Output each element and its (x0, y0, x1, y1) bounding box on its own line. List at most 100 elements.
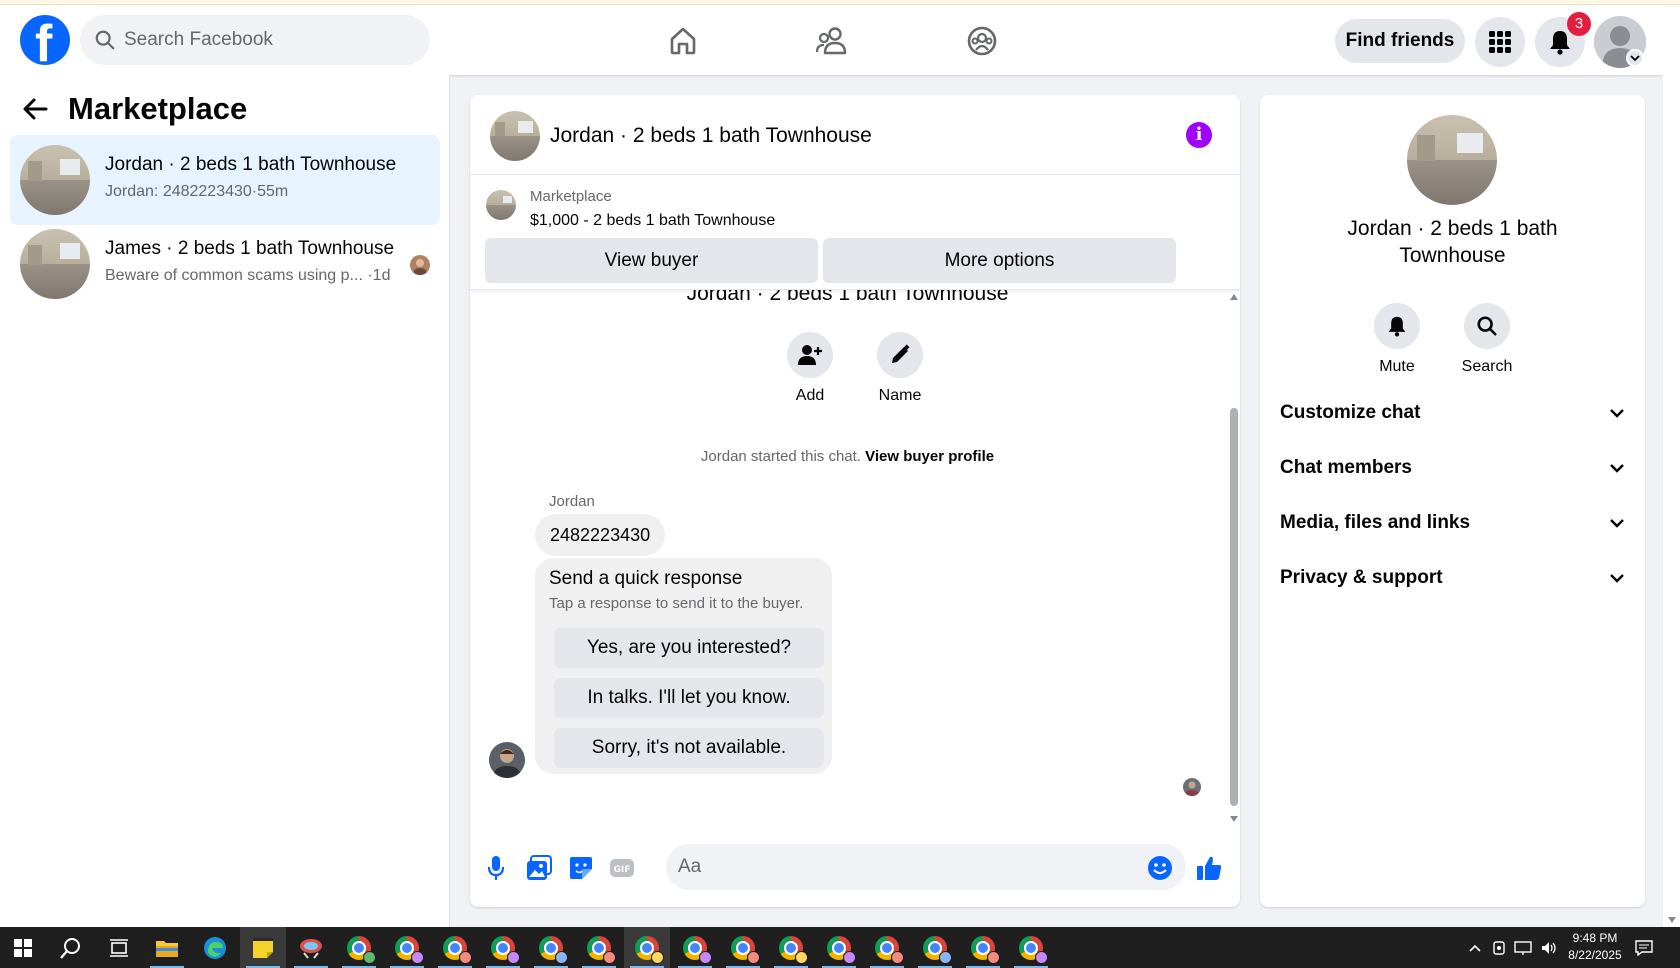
svg-text:GIF: GIF (614, 865, 631, 875)
search-box[interactable] (80, 15, 430, 65)
chrome-browser-icon[interactable] (480, 927, 526, 968)
marketplace-sidebar: Marketplace Jordan · 2 beds 1 bath Townh… (0, 75, 450, 927)
chevron-up-icon[interactable] (1468, 943, 1482, 953)
conversation-item-james[interactable]: James · 2 beds 1 bath Townhouse Beware o… (10, 219, 440, 309)
microphone-icon[interactable] (482, 854, 510, 882)
section-label: Chat members (1280, 457, 1412, 478)
chat-members-section[interactable]: Chat members (1280, 448, 1625, 488)
page-scrollbar[interactable] (1663, 5, 1680, 927)
action-center-icon[interactable] (1635, 927, 1653, 968)
taskbar-clock[interactable]: 9:48 PM 8/22/2025 (1559, 930, 1631, 964)
conversation-item-jordan[interactable]: Jordan · 2 beds 1 bath Townhouse Jordan:… (10, 135, 440, 225)
windows-taskbar: 9:48 PM 8/22/2025 (0, 927, 1680, 968)
find-friends-button[interactable]: Find friends (1335, 19, 1465, 63)
conversation-preview: Jordan: 2482223430·55m (105, 183, 289, 200)
chevron-down-icon (1610, 519, 1624, 528)
info-icon[interactable]: i (1186, 122, 1212, 148)
more-options-button[interactable]: More options (823, 238, 1176, 283)
quick-response-option[interactable]: Sorry, it's not available. (554, 728, 824, 768)
listing-thumbnail[interactable] (490, 111, 540, 161)
read-receipt-avatar (410, 255, 430, 275)
quick-response-title: Send a quick response (549, 568, 743, 589)
file-explorer-icon[interactable] (144, 927, 190, 968)
privacy-support-section[interactable]: Privacy & support (1280, 558, 1625, 598)
photo-icon[interactable] (525, 854, 553, 882)
conversation-title: James · 2 beds 1 bath Townhouse (105, 238, 395, 259)
sticky-notes-icon[interactable] (240, 927, 286, 968)
menu-grid-icon[interactable] (1475, 17, 1525, 67)
top-navigation-bar: f Find friends 3 (0, 5, 1663, 75)
gif-icon[interactable]: GIF (608, 854, 636, 882)
friends-icon[interactable] (812, 21, 852, 61)
network-icon[interactable] (1514, 940, 1532, 956)
system-tray (1468, 927, 1558, 968)
message-composer: GIF (470, 840, 1240, 896)
sender-avatar[interactable] (489, 742, 525, 778)
chrome-browser-icon[interactable] (1008, 927, 1054, 968)
chrome-browser-icon[interactable] (384, 927, 430, 968)
add-person-icon (798, 345, 822, 365)
chrome-browser-icon[interactable] (816, 927, 862, 968)
scrollbar-thumb[interactable] (1230, 408, 1238, 806)
quick-response-option[interactable]: In talks. I'll let you know. (554, 678, 824, 718)
chrome-browser-icon[interactable] (912, 927, 958, 968)
pencil-icon (892, 344, 910, 363)
seen-avatar (1183, 778, 1201, 796)
name-label: Name (878, 387, 922, 404)
quick-response-option[interactable]: Yes, are you interested? (554, 628, 824, 668)
message-input[interactable] (666, 844, 1186, 890)
listing-price-title[interactable]: $1,000 - 2 beds 1 bath Townhouse (530, 212, 775, 230)
taskbar-search-icon[interactable] (48, 927, 94, 968)
chrome-browser-icon[interactable] (528, 927, 574, 968)
listing-thumbnail[interactable] (486, 190, 516, 220)
volume-icon[interactable] (1540, 940, 1558, 956)
chrome-browser-icon[interactable] (768, 927, 814, 968)
chrome-browser-icon[interactable] (960, 927, 1006, 968)
edge-browser-icon[interactable] (192, 927, 238, 968)
clock-time: 9:48 PM (1572, 931, 1618, 945)
emoji-icon[interactable] (1146, 854, 1174, 882)
sticker-icon[interactable] (567, 854, 595, 882)
mute-action[interactable]: Mute (1362, 303, 1432, 376)
add-action[interactable]: Add (780, 332, 840, 405)
chrome-browser-icon[interactable] (720, 927, 766, 968)
chrome-browser-icon[interactable] (576, 927, 622, 968)
scroll-up-arrow-icon[interactable] (1230, 294, 1238, 300)
message-thread[interactable]: Jordan · 2 beds 1 bath Townhouse Add Nam… (470, 290, 1240, 830)
search-input[interactable] (124, 29, 414, 51)
add-label: Add (795, 387, 825, 404)
search-icon (1477, 316, 1497, 336)
chrome-browser-icon[interactable] (864, 927, 910, 968)
windows-start-icon[interactable] (0, 927, 46, 968)
chrome-browser-icon[interactable] (672, 927, 718, 968)
home-icon[interactable] (663, 21, 703, 61)
chrome-browser-icon[interactable] (624, 927, 670, 968)
search-action[interactable]: Search (1452, 303, 1522, 376)
bell-icon (1388, 316, 1406, 337)
scroll-down-arrow-icon[interactable] (1668, 917, 1676, 923)
chrome-browser-icon[interactable] (336, 927, 382, 968)
back-arrow-icon[interactable] (22, 98, 48, 120)
meet-now-icon[interactable] (1492, 940, 1506, 956)
clock-date: 8/22/2025 (1568, 948, 1622, 962)
customize-chat-section[interactable]: Customize chat (1280, 393, 1625, 433)
thread-scrollbar[interactable] (1227, 290, 1240, 830)
chevron-down-icon[interactable] (1626, 49, 1644, 67)
chevron-down-icon (1610, 409, 1624, 418)
media-files-links-section[interactable]: Media, files and links (1280, 503, 1625, 543)
view-buyer-button[interactable]: View buyer (485, 238, 818, 283)
name-action[interactable]: Name (870, 332, 930, 405)
view-buyer-profile-link[interactable]: View buyer profile (865, 448, 994, 465)
search-label: Search (1461, 358, 1513, 375)
snipping-tool-icon[interactable] (288, 927, 334, 968)
message-bubble[interactable]: 2482223430 (535, 514, 666, 556)
quick-response-card: Send a quick response Tap a response to … (535, 558, 832, 774)
listing-thumbnail (1407, 115, 1497, 205)
scroll-down-arrow-icon[interactable] (1230, 816, 1238, 822)
chrome-browser-icon[interactable] (432, 927, 478, 968)
listing-thumbnail (20, 145, 90, 215)
facebook-logo-icon[interactable]: f (20, 15, 70, 65)
task-view-icon[interactable] (96, 927, 142, 968)
thumbs-up-icon[interactable] (1195, 854, 1223, 882)
groups-icon[interactable] (962, 21, 1002, 61)
